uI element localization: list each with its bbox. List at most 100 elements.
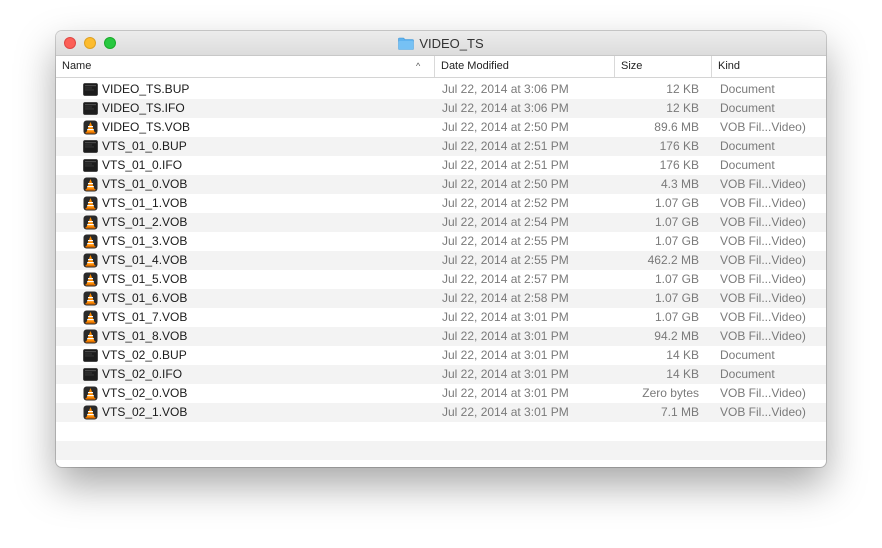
vlc-cone-icon	[83, 120, 98, 135]
column-header: Name ^ Date Modified Size Kind	[56, 56, 826, 78]
file-name: VTS_01_4.VOB	[102, 253, 188, 267]
file-row[interactable]: VTS_02_0.BUP Jul 22, 2014 at 3:01 PM 14 …	[56, 346, 826, 365]
vlc-cone-icon	[83, 310, 98, 325]
file-size: Zero bytes	[642, 386, 699, 400]
file-row[interactable]: VTS_01_2.VOB Jul 22, 2014 at 2:54 PM 1.0…	[56, 213, 826, 232]
file-kind: VOB Fil...Video)	[720, 120, 806, 134]
file-date-modified: Jul 22, 2014 at 2:58 PM	[442, 291, 569, 305]
file-row[interactable]: VTS_01_6.VOB Jul 22, 2014 at 2:58 PM 1.0…	[56, 289, 826, 308]
file-row[interactable]: VTS_01_0.BUP Jul 22, 2014 at 2:51 PM 176…	[56, 137, 826, 156]
file-date-modified: Jul 22, 2014 at 3:06 PM	[442, 82, 569, 96]
file-size: 1.07 GB	[654, 310, 699, 324]
file-kind: VOB Fil...Video)	[720, 272, 806, 286]
file-size: 7.1 MB	[660, 405, 699, 419]
file-name: VTS_02_1.VOB	[102, 405, 188, 419]
file-name: VTS_01_7.VOB	[102, 310, 188, 324]
file-list: VIDEO_TS.BUP Jul 22, 2014 at 3:06 PM 12 …	[56, 80, 826, 460]
file-date-modified: Jul 22, 2014 at 2:51 PM	[442, 158, 569, 172]
vlc-cone-icon	[83, 291, 98, 306]
file-date-modified: Jul 22, 2014 at 3:01 PM	[442, 310, 569, 324]
file-size: 94.2 MB	[654, 329, 699, 343]
file-name: VTS_01_1.VOB	[102, 196, 188, 210]
file-row[interactable]: VTS_01_4.VOB Jul 22, 2014 at 2:55 PM 462…	[56, 251, 826, 270]
file-row[interactable]: VTS_01_0.VOB Jul 22, 2014 at 2:50 PM 4.3…	[56, 175, 826, 194]
file-size: 12 KB	[666, 82, 699, 96]
vlc-cone-icon	[83, 272, 98, 287]
file-row[interactable]: VIDEO_TS.IFO Jul 22, 2014 at 3:06 PM 12 …	[56, 99, 826, 118]
vlc-cone-icon	[83, 215, 98, 230]
file-name: VTS_01_2.VOB	[102, 215, 188, 229]
file-row[interactable]: VTS_01_5.VOB Jul 22, 2014 at 2:57 PM 1.0…	[56, 270, 826, 289]
file-date-modified: Jul 22, 2014 at 2:51 PM	[442, 139, 569, 153]
file-date-modified: Jul 22, 2014 at 3:06 PM	[442, 101, 569, 115]
file-row[interactable]: VTS_01_7.VOB Jul 22, 2014 at 3:01 PM 1.0…	[56, 308, 826, 327]
file-name: VIDEO_TS.VOB	[102, 120, 191, 134]
file-date-modified: Jul 22, 2014 at 2:55 PM	[442, 253, 569, 267]
column-header-size[interactable]: Size	[614, 56, 711, 77]
file-kind: VOB Fil...Video)	[720, 386, 806, 400]
file-kind: Document	[720, 82, 775, 96]
file-size: 1.07 GB	[654, 234, 699, 248]
file-row[interactable]: VTS_02_1.VOB Jul 22, 2014 at 3:01 PM 7.1…	[56, 403, 826, 422]
file-row[interactable]: VIDEO_TS.BUP Jul 22, 2014 at 3:06 PM 12 …	[56, 80, 826, 99]
file-row[interactable]: VIDEO_TS.VOB Jul 22, 2014 at 2:50 PM 89.…	[56, 118, 826, 137]
file-kind: Document	[720, 158, 775, 172]
file-size: 12 KB	[666, 101, 699, 115]
title-bar[interactable]: VIDEO_TS	[56, 31, 826, 56]
file-row[interactable]: VTS_01_3.VOB Jul 22, 2014 at 2:55 PM 1.0…	[56, 232, 826, 251]
file-date-modified: Jul 22, 2014 at 3:01 PM	[442, 386, 569, 400]
document-icon	[83, 139, 98, 154]
file-kind: Document	[720, 139, 775, 153]
window-title: VIDEO_TS	[419, 35, 484, 51]
file-name: VTS_02_0.BUP	[102, 348, 187, 362]
file-row[interactable]: VTS_01_8.VOB Jul 22, 2014 at 3:01 PM 94.…	[56, 327, 826, 346]
file-size: 176 KB	[659, 139, 699, 153]
file-name: VIDEO_TS.BUP	[102, 82, 190, 96]
file-name: VTS_01_0.IFO	[102, 158, 183, 172]
file-name: VTS_01_6.VOB	[102, 291, 188, 305]
file-kind: VOB Fil...Video)	[720, 196, 806, 210]
document-icon	[83, 82, 98, 97]
file-name: VTS_01_8.VOB	[102, 329, 188, 343]
file-row[interactable]: VTS_01_0.IFO Jul 22, 2014 at 2:51 PM 176…	[56, 156, 826, 175]
file-kind: VOB Fil...Video)	[720, 329, 806, 343]
file-date-modified: Jul 22, 2014 at 3:01 PM	[442, 367, 569, 381]
file-name: VTS_02_0.IFO	[102, 367, 183, 381]
file-date-modified: Jul 22, 2014 at 3:01 PM	[442, 329, 569, 343]
empty-row	[56, 441, 826, 460]
vlc-cone-icon	[83, 253, 98, 268]
file-date-modified: Jul 22, 2014 at 2:50 PM	[442, 120, 569, 134]
file-size: 14 KB	[666, 367, 699, 381]
file-kind: VOB Fil...Video)	[720, 291, 806, 305]
vlc-cone-icon	[83, 196, 98, 211]
file-date-modified: Jul 22, 2014 at 3:01 PM	[442, 348, 569, 362]
file-size: 14 KB	[666, 348, 699, 362]
document-icon	[83, 367, 98, 382]
column-header-name[interactable]: Name	[56, 56, 434, 77]
file-date-modified: Jul 22, 2014 at 2:57 PM	[442, 272, 569, 286]
file-name: VIDEO_TS.IFO	[102, 101, 185, 115]
sort-ascending-icon[interactable]: ^	[416, 56, 420, 77]
file-size: 1.07 GB	[654, 291, 699, 305]
file-date-modified: Jul 22, 2014 at 3:01 PM	[442, 405, 569, 419]
file-name: VTS_01_0.VOB	[102, 177, 188, 191]
file-date-modified: Jul 22, 2014 at 2:50 PM	[442, 177, 569, 191]
document-icon	[83, 348, 98, 363]
column-header-kind[interactable]: Kind	[711, 56, 826, 77]
file-kind: VOB Fil...Video)	[720, 310, 806, 324]
empty-row	[56, 422, 826, 441]
document-icon	[83, 158, 98, 173]
file-row[interactable]: VTS_02_0.VOB Jul 22, 2014 at 3:01 PM Zer…	[56, 384, 826, 403]
file-row[interactable]: VTS_02_0.IFO Jul 22, 2014 at 3:01 PM 14 …	[56, 365, 826, 384]
file-kind: Document	[720, 101, 775, 115]
file-name: VTS_02_0.VOB	[102, 386, 188, 400]
file-kind: VOB Fil...Video)	[720, 215, 806, 229]
column-header-date-modified[interactable]: Date Modified	[434, 56, 614, 77]
file-size: 4.3 MB	[660, 177, 699, 191]
file-size: 1.07 GB	[654, 215, 699, 229]
file-kind: Document	[720, 348, 775, 362]
file-row[interactable]: VTS_01_1.VOB Jul 22, 2014 at 2:52 PM 1.0…	[56, 194, 826, 213]
file-kind: VOB Fil...Video)	[720, 177, 806, 191]
file-size: 1.07 GB	[654, 272, 699, 286]
window-title-group: VIDEO_TS	[56, 31, 826, 55]
